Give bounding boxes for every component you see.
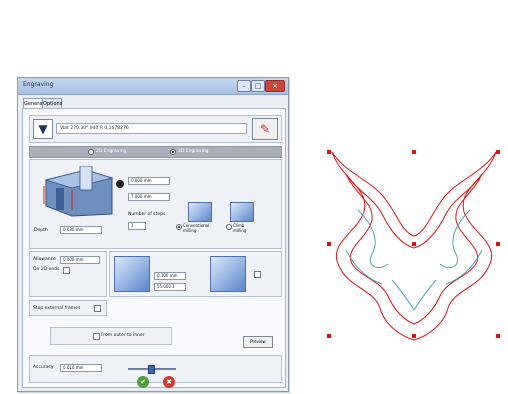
title-bar: Engraving – □ × xyxy=(18,78,288,95)
maximize-button[interactable]: □ xyxy=(251,80,265,92)
from-outer-group: From outer to inner xyxy=(50,327,172,345)
artwork-teal-left-lower xyxy=(345,249,383,285)
axis-marker-icon xyxy=(116,180,124,188)
from-outer-label: From outer to inner xyxy=(101,333,145,338)
stop-external-label: Stop external frames xyxy=(33,306,81,311)
mode-3d-radio[interactable] xyxy=(170,149,176,155)
depth-label: Depth xyxy=(34,228,48,233)
engraving-dialog: Engraving – □ × General Options ▼ Vbit 2… xyxy=(17,77,289,392)
handle-top-center xyxy=(412,150,416,154)
artwork-inner-outline xyxy=(345,173,483,325)
mode-2d-label: 2D Engraving xyxy=(96,149,127,154)
on-2d-checkbox[interactable] xyxy=(63,267,70,274)
accuracy-group: Accuracy 0.010 mm xyxy=(29,355,282,383)
mid-dimension-field[interactable]: 7.000 mm xyxy=(128,193,170,201)
allowance-group: Allowance 0.000 mm On 2D ends xyxy=(29,251,107,297)
engraving-artwork[interactable] xyxy=(322,140,508,350)
handle-top-left xyxy=(327,150,331,154)
top-dimension-field[interactable]: 0.000 mm xyxy=(128,177,170,185)
conventional-label: Conventional milling xyxy=(183,223,210,233)
artwork-teal-left xyxy=(357,209,389,269)
artwork-teal-right-lower xyxy=(445,249,483,285)
workpiece-illustration xyxy=(43,166,114,217)
ok-button[interactable]: ✔ xyxy=(137,376,149,388)
side-value-1-field[interactable]: 0.100 mm xyxy=(154,272,186,280)
stop-external-group: Stop external frames xyxy=(29,300,107,316)
mode-3d-label: 3D Engraving xyxy=(178,149,209,154)
side-options-group: 0.100 mm 55.000 1 xyxy=(109,251,282,297)
funnel-icon[interactable]: ▼ xyxy=(33,119,53,139)
conventional-radio[interactable] xyxy=(176,224,182,230)
parameters-group: 0.000 mm 7.000 mm Depth 0.030 mm Number … xyxy=(29,159,282,249)
handle-mid-right xyxy=(496,242,500,246)
handle-top-right xyxy=(496,150,500,154)
climb-milling-icon xyxy=(230,202,254,222)
handle-bottom-left xyxy=(327,334,331,338)
window-title: Engraving xyxy=(23,81,54,88)
tool-library-button[interactable]: ✎ xyxy=(252,118,278,140)
on-2d-label: On 2D ends xyxy=(33,267,60,272)
tool-name-field[interactable]: Vbit 270.30° 940 R 0,1678276 xyxy=(56,123,247,134)
handle-mid-left xyxy=(327,242,331,246)
handle-bottom-center xyxy=(412,334,416,338)
side-tool-left-icon xyxy=(114,256,150,292)
side-tool-right-icon xyxy=(210,256,246,292)
steps-label: Number of steps xyxy=(128,212,166,217)
artwork-teal-center xyxy=(391,279,437,311)
side-option-checkbox[interactable] xyxy=(254,271,261,278)
from-outer-checkbox[interactable] xyxy=(93,333,100,340)
steps-field[interactable]: 1 xyxy=(128,222,146,230)
accuracy-label: Accuracy xyxy=(33,365,54,370)
accuracy-field[interactable]: 0.010 mm xyxy=(60,364,102,372)
minimize-button[interactable]: – xyxy=(237,80,251,92)
conventional-milling-icon xyxy=(188,202,212,222)
handle-bottom-right xyxy=(496,334,500,338)
side-value-2-field[interactable]: 55.000 1 xyxy=(154,283,186,291)
close-button[interactable]: × xyxy=(265,80,285,92)
mode-2d-radio[interactable] xyxy=(88,149,94,155)
allowance-label: Allowance xyxy=(33,257,56,262)
depth-field[interactable]: 0.030 mm xyxy=(60,226,102,234)
climb-label: Climb milling xyxy=(233,223,247,233)
main-panel: ▼ Vbit 270.30° 940 R 0,1678276 ✎ 2D Engr… xyxy=(22,108,286,388)
climb-radio[interactable] xyxy=(226,224,232,230)
handle-center xyxy=(412,242,416,246)
mode-strip: 2D Engraving 3D Engraving xyxy=(29,146,282,158)
stop-external-checkbox[interactable] xyxy=(94,305,101,312)
preview-button[interactable]: Preview xyxy=(243,336,273,348)
allowance-field[interactable]: 0.000 mm xyxy=(60,256,100,264)
cancel-button[interactable]: ✖ xyxy=(163,376,175,388)
artwork-teal-right xyxy=(439,209,471,269)
accuracy-slider-thumb[interactable] xyxy=(148,365,155,374)
tool-row: ▼ Vbit 270.30° 940 R 0,1678276 ✎ xyxy=(29,115,282,143)
